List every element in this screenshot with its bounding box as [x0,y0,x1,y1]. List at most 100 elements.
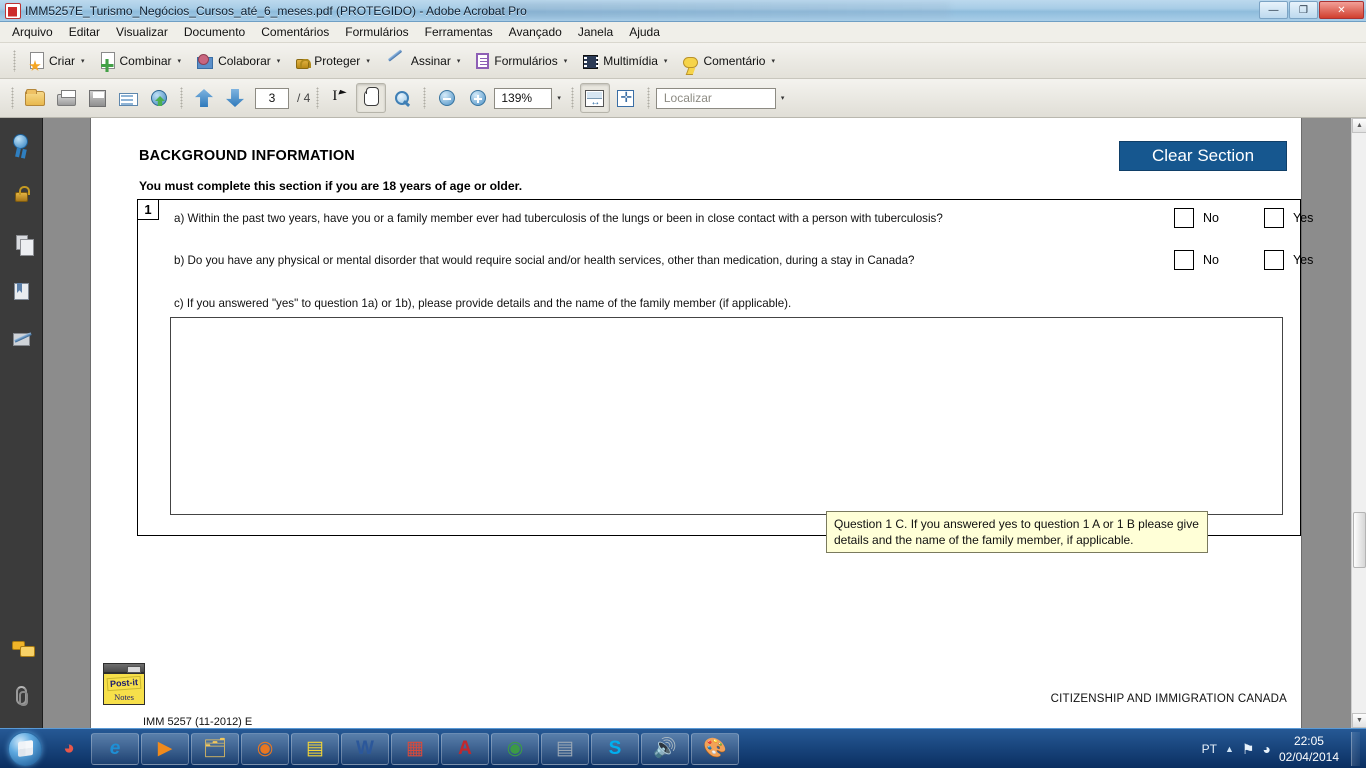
email-button[interactable] [113,83,143,113]
menu-comentarios[interactable]: Comentários [253,23,337,41]
taskbar-item-apps[interactable]: ▦ [391,732,439,765]
taskbar-item-acrobat[interactable]: A [441,732,489,765]
question-b-yes-checkbox[interactable] [1263,250,1284,270]
taskbar-item-internet-explorer[interactable]: e [91,732,139,765]
taskbar-item-skype[interactable]: S [591,732,639,765]
postit-notes-icon: ▤ [306,738,324,759]
toolbar-grip[interactable] [570,87,574,109]
chevron-down-icon[interactable]: ▾ [781,94,785,102]
comment-label: Comentário [703,53,766,68]
toolbar-grip[interactable] [423,87,427,109]
flag-alert-icon[interactable]: ⚑ [1242,741,1255,758]
sidebar-item-attachments[interactable] [5,680,37,712]
taskbar-item-antivirus[interactable]: ◕ [49,733,89,765]
menu-formularios[interactable]: Formulários [337,23,416,41]
network-icon[interactable]: ◕ [1262,741,1270,757]
menu-janela[interactable]: Janela [570,23,621,41]
open-file-button[interactable] [20,83,50,113]
chevron-down-icon: ▾ [563,57,568,65]
menu-ferramentas[interactable]: Ferramentas [417,23,501,41]
zoom-in-button[interactable] [463,83,493,113]
postit-sub-label: Notes [114,691,134,702]
menu-arquivo[interactable]: Arquivo [4,23,61,41]
comment-button[interactable]: Comentário ▾ [676,50,782,72]
scrollbar-thumb[interactable] [1353,512,1366,568]
paint-icon: 🎨 [703,738,727,759]
menu-documento[interactable]: Documento [176,23,253,41]
question-a-no-checkbox[interactable] [1174,208,1194,228]
question-b-no-checkbox[interactable] [1174,250,1194,270]
toolbar-grip[interactable] [13,49,16,72]
toolbar-grip[interactable] [316,87,320,109]
toolbar-grip[interactable] [11,87,14,109]
protect-button[interactable]: Proteger ▾ [289,49,377,73]
maximize-button[interactable]: ❐ [1289,1,1318,19]
vertical-scrollbar[interactable]: ▲ ▼ [1351,118,1366,728]
sidebar-item-sign[interactable] [5,324,37,356]
zoom-out-button[interactable] [432,83,462,113]
find-input[interactable]: Localizar [655,87,776,109]
question-c-textarea[interactable] [170,317,1283,515]
combine-button[interactable]: Combinar ▾ [94,48,189,73]
taskbar-item-volume-app[interactable]: 🔊 [641,732,689,765]
hand-tool-button[interactable] [356,83,387,113]
comment-icon [683,56,699,68]
collaborate-button[interactable]: Colaborar ▾ [190,49,287,73]
show-hidden-icons-icon[interactable]: ▲ [1225,744,1234,754]
multimedia-label: Multimídia [603,53,658,68]
microsoft-word-icon: W [356,738,374,759]
document-viewport[interactable]: BACKGROUND INFORMATION You must complete… [43,118,1351,728]
print-button[interactable] [51,83,81,113]
clear-section-button[interactable]: Clear Section [1119,141,1287,171]
windows-taskbar: ◕ e ▶ 🗂 ◉ ▤ W ▦ A ◉ ▤ S 🔊 🎨 PT ▲ ⚑ ◕ 22:… [0,728,1366,768]
scroll-up-button[interactable]: ▲ [1352,118,1366,133]
previous-page-button[interactable] [189,83,219,113]
start-button[interactable] [2,730,48,768]
taskbar-item-paint[interactable]: 🎨 [691,732,739,765]
select-tool-button[interactable] [325,83,355,113]
taskbar-item-word[interactable]: W [341,732,389,765]
sidebar-item-pages[interactable] [5,228,37,260]
show-desktop-button[interactable] [1351,732,1360,766]
web-upload-button[interactable] [144,83,174,113]
minimize-button[interactable]: — [1259,1,1288,19]
taskbar-item-calculator[interactable]: ▤ [541,732,589,765]
taskbar-item-firefox[interactable]: ◉ [241,732,289,765]
menu-visualizar[interactable]: Visualizar [108,23,176,41]
multimedia-button[interactable]: Multimídia ▾ [576,49,674,73]
taskbar-item-media-player[interactable]: ▶ [141,732,189,765]
taskbar-item-postit[interactable]: ▤ [291,732,339,765]
sign-button[interactable]: Assinar ▾ [379,48,468,74]
bookmark-icon [14,283,29,300]
menu-editar[interactable]: Editar [61,23,108,41]
toolbar-grip[interactable] [180,87,183,109]
sidebar-item-signatures[interactable] [5,132,37,164]
forms-button[interactable]: Formulários ▾ [469,48,574,73]
save-button[interactable] [82,83,112,113]
fit-page-button[interactable] [611,83,641,113]
taskbar-item-explorer[interactable]: 🗂 [191,732,239,765]
zoom-level-input[interactable]: 139% [494,87,553,109]
question-a-yes-checkbox[interactable] [1263,208,1284,228]
create-button[interactable]: Criar ▾ [23,48,92,73]
taskbar-item-chrome[interactable]: ◉ [491,732,539,765]
sidebar-item-security[interactable] [5,180,37,212]
sidebar-item-comments[interactable] [5,632,37,664]
scroll-down-button[interactable]: ▼ [1352,713,1366,728]
chevron-down-icon[interactable]: ▾ [557,94,561,102]
close-button[interactable]: ✕ [1319,1,1364,19]
app-grid-icon: ▦ [406,738,424,759]
fit-width-button[interactable] [579,83,610,113]
marquee-zoom-button[interactable] [387,83,417,113]
pdf-icon [5,2,21,19]
language-indicator[interactable]: PT [1202,742,1217,756]
next-page-button[interactable] [220,83,250,113]
sidebar-item-bookmarks[interactable] [5,276,37,308]
toolbar-grip[interactable] [646,87,650,109]
menu-avancado[interactable]: Avançado [501,23,570,41]
skype-icon: S [608,738,622,759]
postit-notes-icon[interactable]: Post-it Notes [103,663,145,707]
page-number-input[interactable]: 3 [255,87,289,109]
menu-ajuda[interactable]: Ajuda [621,23,668,41]
clock[interactable]: 22:05 02/04/2014 [1279,733,1339,765]
